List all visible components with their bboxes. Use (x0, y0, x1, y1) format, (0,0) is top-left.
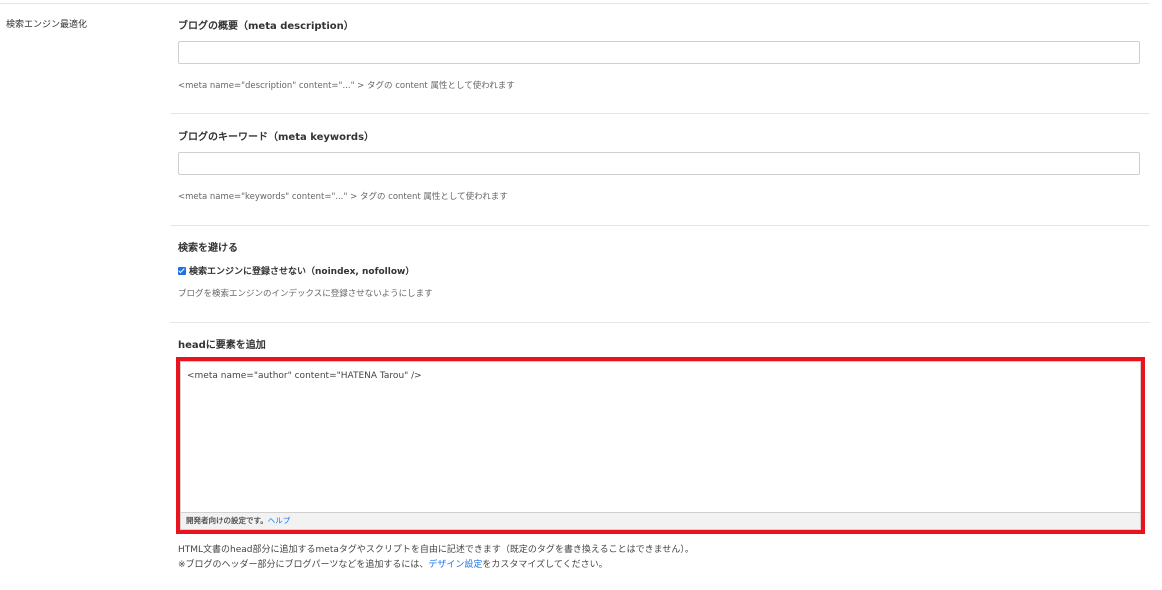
help-line2-prefix: ※ブログのヘッダー部分にブログパーツなどを追加するには、 (178, 560, 429, 570)
meta-description-section: ブログの概要（meta description） <meta name="des… (170, 0, 1150, 112)
meta-description-heading: ブログの概要（meta description） (178, 21, 354, 32)
head-elements-help-line1: HTML文書のhead部分に追加するmetaタグやスクリプトを自由に記述できます… (178, 545, 694, 555)
meta-keywords-input[interactable] (178, 152, 1140, 175)
design-settings-link[interactable]: デザイン設定 (428, 560, 482, 570)
meta-keywords-heading: ブログのキーワード（meta keywords） (178, 132, 375, 143)
meta-description-help: <meta name="description" content="..." >… (178, 81, 515, 91)
head-elements-help-line2: ※ブログのヘッダー部分にブログパーツなどを追加するには、デザイン設定をカスタマイ… (178, 557, 608, 570)
meta-description-input[interactable] (178, 41, 1140, 64)
section-divider (170, 322, 1150, 323)
noindex-checkbox-row[interactable]: 検索エンジンに登録させない（noindex, nofollow） (178, 264, 414, 277)
meta-keywords-help: <meta name="keywords" content="..." > タグ… (178, 192, 508, 202)
noindex-checkbox[interactable] (178, 266, 186, 275)
noindex-checkbox-label: 検索エンジンに登録させない（noindex, nofollow） (189, 267, 415, 277)
avoid-search-help: ブログを検索エンジンのインデックスに登録させないようにします (178, 289, 433, 299)
sidebar-section-label: 検索エンジン最適化 (6, 20, 88, 30)
avoid-search-heading: 検索を避ける (178, 243, 238, 254)
meta-keywords-section: ブログのキーワード（meta keywords） <meta name="key… (170, 114, 1150, 224)
head-elements-heading: headに要素を追加 (178, 340, 266, 351)
help-line2-suffix: をカスタマイズしてください。 (482, 560, 608, 570)
highlight-frame: <meta name="author" content="HATENA Taro… (176, 357, 1145, 534)
head-elements-textarea[interactable]: <meta name="author" content="HATENA Taro… (180, 361, 1141, 513)
help-link[interactable]: ヘルプ (268, 516, 291, 525)
developer-note: 開発者向けの設定です。 (186, 516, 268, 525)
textarea-footer: 開発者向けの設定です。ヘルプ (180, 513, 1141, 530)
avoid-search-section: 検索を避ける 検索エンジンに登録させない（noindex, nofollow） … (170, 226, 1150, 322)
